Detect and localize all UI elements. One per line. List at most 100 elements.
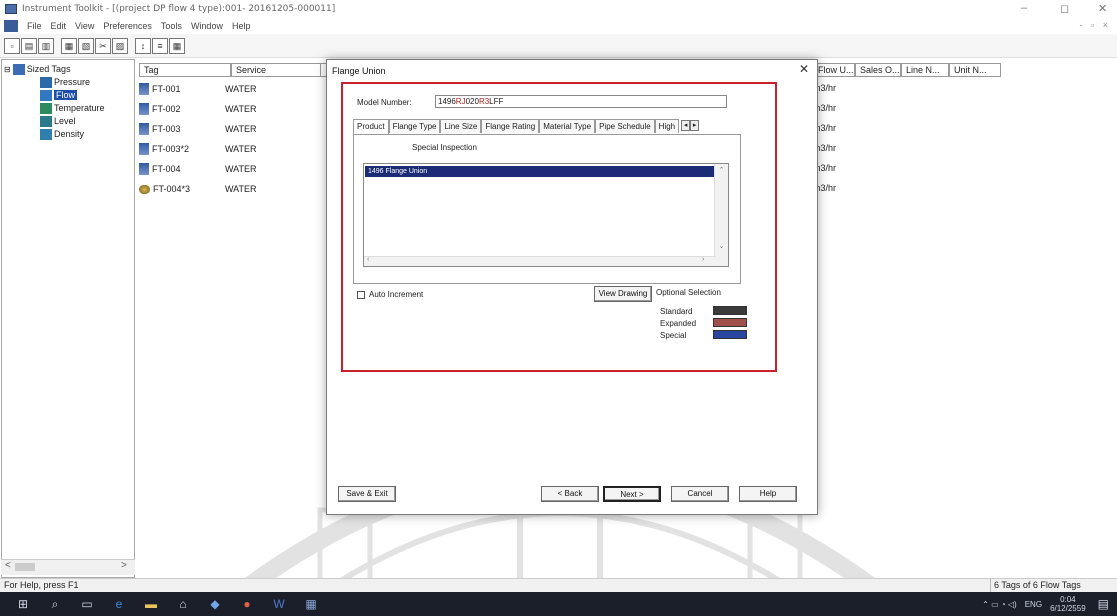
checkbox-box[interactable] bbox=[357, 290, 365, 299]
col-header-unit-no[interactable]: Unit N... bbox=[949, 63, 1001, 77]
tab-flange-rating[interactable]: Flange Rating bbox=[481, 119, 540, 133]
col-header-line-no[interactable]: Line N... bbox=[901, 63, 949, 77]
view-drawing-button[interactable]: View Drawing bbox=[594, 286, 652, 302]
table-row[interactable]: FT-001 WATER bbox=[139, 80, 257, 98]
col-header-sales-order[interactable]: Sales O... bbox=[855, 63, 901, 77]
scroll-left-icon[interactable]: < bbox=[5, 560, 11, 571]
model-number-field[interactable]: 1496RJ020R3LFF bbox=[435, 95, 727, 108]
scroll-right-icon[interactable]: › bbox=[702, 256, 704, 263]
listbox-vscroll[interactable]: ⌃ ⌄ bbox=[714, 164, 728, 266]
scroll-down-icon[interactable]: ⌄ bbox=[715, 242, 728, 250]
scroll-right-icon[interactable]: > bbox=[121, 560, 127, 571]
copy-icon[interactable]: ▧ bbox=[78, 37, 94, 54]
grid-icon[interactable]: ▦ bbox=[169, 37, 185, 54]
search-icon[interactable]: ⌕ bbox=[44, 595, 66, 613]
flow-tag-icon bbox=[139, 123, 149, 135]
scroll-up-icon[interactable]: ⌃ bbox=[715, 166, 728, 174]
store-icon[interactable]: ⌂ bbox=[172, 595, 194, 613]
legend-standard-label: Standard bbox=[660, 307, 693, 316]
table-row[interactable]: FT-003*2 WATER bbox=[139, 140, 257, 158]
print-icon[interactable]: ▥ bbox=[38, 37, 54, 54]
menu-view[interactable]: View bbox=[75, 21, 94, 31]
next-button[interactable]: Next > bbox=[603, 486, 661, 502]
tab-high[interactable]: High bbox=[654, 119, 680, 133]
legend-expanded-swatch bbox=[713, 318, 747, 327]
back-button[interactable]: < Back bbox=[541, 486, 599, 502]
start-icon[interactable]: ⊞ bbox=[12, 595, 34, 613]
flow-tag-icon bbox=[139, 83, 149, 95]
language-indicator[interactable]: ENG bbox=[1025, 600, 1042, 609]
maximize-button[interactable]: ◻ bbox=[1060, 2, 1069, 15]
tree-root[interactable]: ⊟ Sized Tags bbox=[4, 63, 71, 75]
close-button[interactable]: ✕ bbox=[1098, 2, 1107, 15]
flow-icon bbox=[40, 89, 52, 101]
tab-scroll-right-icon[interactable]: ▸ bbox=[690, 120, 700, 131]
product-listbox[interactable]: 1496 Flange Union ⌃ ⌄ ‹ › bbox=[363, 163, 729, 267]
tree-hscroll[interactable]: < > bbox=[1, 559, 135, 575]
chrome-icon[interactable]: ● bbox=[236, 595, 258, 613]
system-tray: ⌃ ▭ ◔ ◁) ENG 0:04 6/12/2559 ▤ bbox=[982, 592, 1117, 616]
save-exit-button[interactable]: Save & Exit bbox=[338, 486, 396, 502]
app-window: Instrument Toolkit - [(project DP flow 4… bbox=[0, 0, 1117, 616]
save-icon[interactable]: ▦ bbox=[61, 37, 77, 54]
status-bar: For Help, press F1 6 Tags of 6 Flow Tags bbox=[0, 578, 1117, 592]
tree-item-flow[interactable]: Flow bbox=[40, 89, 78, 101]
cancel-button[interactable]: Cancel bbox=[671, 486, 729, 502]
word-icon[interactable]: W bbox=[268, 595, 290, 613]
windows-taskbar: ⊞ ⌕ ▭ e ▬ ⌂ ◆ ● W ▦ ⌃ ▭ ◔ ◁) ENG 0:04 6/… bbox=[0, 592, 1117, 616]
task-view-icon[interactable]: ▭ bbox=[76, 595, 98, 613]
menu-file[interactable]: File bbox=[27, 21, 42, 31]
option-tabs: Product Flange Type Line Size Flange Rat… bbox=[353, 119, 700, 134]
tab-material-type[interactable]: Material Type bbox=[539, 119, 596, 133]
col-header-tag[interactable]: Tag bbox=[139, 63, 231, 77]
table-row[interactable]: FT-003 WATER bbox=[139, 120, 257, 138]
table-row[interactable]: FT-004 WATER bbox=[139, 160, 257, 178]
list-item[interactable]: 1496 Flange Union bbox=[365, 166, 715, 177]
menu-bar: File Edit View Preferences Tools Window … bbox=[0, 18, 1117, 34]
cut-icon[interactable]: ✂ bbox=[95, 37, 111, 54]
minimize-button[interactable]: – bbox=[1021, 2, 1027, 14]
notifications-icon[interactable]: ▤ bbox=[1098, 597, 1109, 611]
auto-increment-checkbox[interactable]: Auto Increment bbox=[357, 290, 423, 299]
special-inspection-header: Special Inspection bbox=[412, 143, 477, 152]
menu-help[interactable]: Help bbox=[232, 21, 251, 31]
instrument-toolkit-icon[interactable]: ▦ bbox=[300, 595, 322, 613]
tab-scroll-left-icon[interactable]: ◂ bbox=[681, 120, 691, 131]
scroll-left-icon[interactable]: ‹ bbox=[367, 256, 369, 263]
flow-tag-icon bbox=[139, 163, 149, 175]
dialog-close-icon[interactable]: ✕ bbox=[799, 62, 809, 76]
col-header-service[interactable]: Service bbox=[231, 63, 321, 77]
col-header-flow-unit[interactable]: Flow U... bbox=[813, 63, 855, 77]
tray-icons[interactable]: ⌃ ▭ ◔ ◁) bbox=[982, 600, 1017, 609]
help-button[interactable]: Help bbox=[739, 486, 797, 502]
tree-item-density[interactable]: Density bbox=[40, 128, 84, 140]
status-help-text: For Help, press F1 bbox=[4, 580, 79, 590]
filter-icon[interactable]: ≡ bbox=[152, 37, 168, 54]
mdi-controls[interactable]: - ▫ × bbox=[1080, 20, 1111, 30]
open-icon[interactable]: ▤ bbox=[21, 37, 37, 54]
sort-icon[interactable]: ↕ bbox=[135, 37, 151, 54]
table-row[interactable]: FT-002 WATER bbox=[139, 100, 257, 118]
tree-item-level[interactable]: Level bbox=[40, 115, 76, 127]
listbox-hscroll[interactable]: ‹ › bbox=[364, 256, 716, 266]
tab-product[interactable]: Product bbox=[353, 119, 389, 134]
tree-item-pressure[interactable]: Pressure bbox=[40, 76, 90, 88]
paste-icon[interactable]: ▨ bbox=[112, 37, 128, 54]
tree-item-temperature[interactable]: Temperature bbox=[40, 102, 105, 114]
file-explorer-icon[interactable]: ▬ bbox=[140, 595, 162, 613]
menu-window[interactable]: Window bbox=[191, 21, 223, 31]
new-icon[interactable]: ▫ bbox=[4, 37, 20, 54]
menu-edit[interactable]: Edit bbox=[51, 21, 67, 31]
clock[interactable]: 0:04 6/12/2559 bbox=[1050, 595, 1086, 613]
tab-flange-type[interactable]: Flange Type bbox=[388, 119, 441, 133]
app-icon[interactable]: ◆ bbox=[204, 595, 226, 613]
collapse-icon[interactable]: ⊟ bbox=[4, 65, 11, 74]
edge-icon[interactable]: e bbox=[108, 595, 130, 613]
menu-tools[interactable]: Tools bbox=[161, 21, 182, 31]
scroll-thumb[interactable] bbox=[15, 563, 35, 571]
status-tag-count: 6 Tags of 6 Flow Tags bbox=[990, 579, 1114, 592]
menu-preferences[interactable]: Preferences bbox=[103, 21, 152, 31]
table-row[interactable]: FT-004*3 WATER bbox=[139, 180, 257, 198]
tab-pipe-schedule[interactable]: Pipe Schedule bbox=[595, 119, 655, 133]
tab-line-size[interactable]: Line Size bbox=[440, 119, 482, 133]
